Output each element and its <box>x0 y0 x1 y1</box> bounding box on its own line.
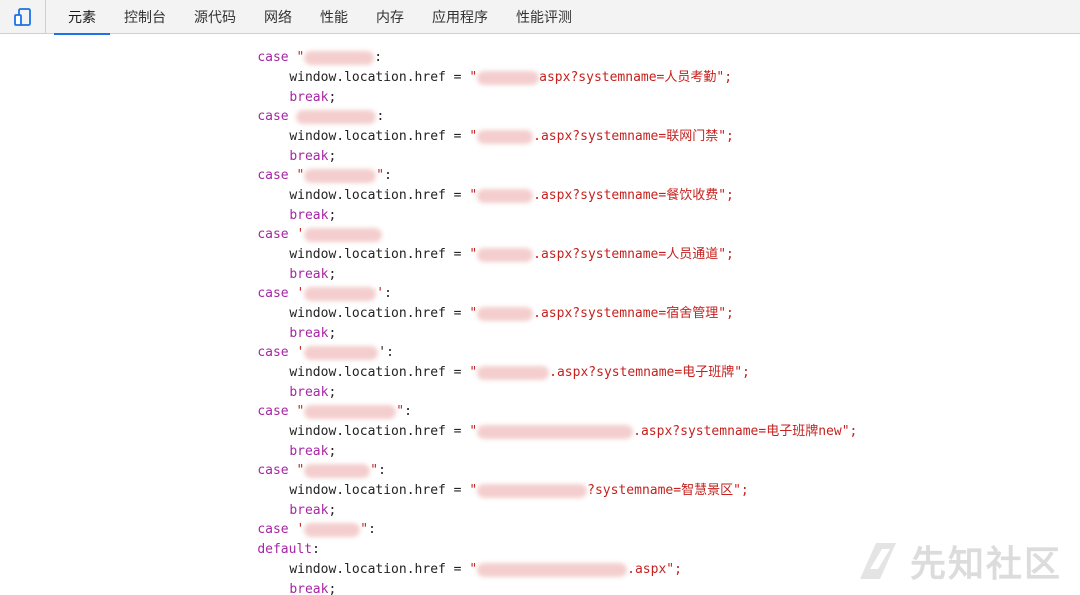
redacted-url <box>477 129 534 144</box>
devtools-toolbar: 元素 控制台 源代码 网络 性能 内存 应用程序 性能评测 <box>0 0 1080 35</box>
redacted-url <box>477 188 534 203</box>
href-value: .aspx?systemname=餐饮收费"; <box>533 188 734 203</box>
code-line-default: default: <box>257 542 320 557</box>
device-toggle-button[interactable] <box>0 0 46 34</box>
code-line-break: break; <box>289 208 337 223</box>
source-code-panel[interactable]: case ": window.location.href = " aspx?sys… <box>0 34 1080 595</box>
watermark-text: 先知社区 <box>909 544 1062 585</box>
break-keyword: break <box>289 582 329 595</box>
tab-application[interactable]: 应用程序 <box>418 0 502 34</box>
tab-sources[interactable]: 源代码 <box>180 0 250 34</box>
code-line-break: break; <box>289 444 337 459</box>
redacted-url <box>477 562 628 577</box>
href-value: .aspx?systemname=电子班牌"; <box>549 365 750 380</box>
code-line-closing-brace: } <box>193 579 232 595</box>
code-line-case: case : <box>257 109 385 124</box>
code-line-case: case " ": <box>257 168 392 183</box>
code-line-assign: window.location.href = " .aspx?systemname… <box>289 247 734 262</box>
redacted-url <box>477 365 550 380</box>
code-line-break: break; <box>289 267 337 282</box>
code-line-break: break; <box>289 385 337 400</box>
redacted-url <box>477 247 534 262</box>
tab-elements[interactable]: 元素 <box>54 0 110 35</box>
code-line-assign: window.location.href = " .aspx?systemname… <box>289 306 734 321</box>
redacted-url <box>477 424 634 439</box>
code-line-case: case " ": <box>257 463 386 478</box>
code-line-case: case ' <box>226 205 383 242</box>
href-value: .aspx?systemname=联网门禁"; <box>533 129 734 144</box>
tab-performance[interactable]: 性能 <box>306 0 362 34</box>
device-toggle-icon <box>13 8 31 26</box>
code-line-break: break; <box>289 503 337 518</box>
href-value: .aspx?systemname=电子班牌new"; <box>633 424 858 439</box>
code-line-assign: window.location.href = " .aspx"; <box>289 562 682 577</box>
href-value: ?systemname=智慧景区"; <box>587 483 749 498</box>
code-line-break: break; <box>289 149 337 164</box>
code-line-case: case ' ": <box>257 522 376 537</box>
redacted-url <box>477 306 534 321</box>
href-value: .aspx?systemname=宿舍管理"; <box>533 306 734 321</box>
code-line-assign: window.location.href = " aspx?systemname=… <box>289 70 733 85</box>
code-line-case: case ' ': <box>257 345 394 360</box>
code-line-break: break; <box>289 90 337 105</box>
code-line-break: break; <box>289 326 337 341</box>
code-line-assign: window.location.href = " .aspx?systemname… <box>289 188 734 203</box>
code-line-case: case " ": <box>257 404 412 419</box>
code-line-assign: window.location.href = " .aspx?systemname… <box>289 129 734 144</box>
watermark: 先知社区 <box>856 535 1062 587</box>
redacted-url <box>477 483 588 498</box>
code-line-break: break; <box>289 582 337 595</box>
watermark-logo-icon <box>859 543 896 579</box>
code-line-assign: window.location.href = " .aspx?systemname… <box>289 424 858 439</box>
href-value: .aspx?systemname=人员通道"; <box>533 247 734 262</box>
code-line-assign: window.location.href = " ?systemname=智慧景区… <box>289 483 749 498</box>
tab-console[interactable]: 控制台 <box>110 0 180 34</box>
tab-lighthouse[interactable]: 性能评测 <box>502 0 586 34</box>
redacted-url <box>477 70 540 85</box>
tab-memory[interactable]: 内存 <box>362 0 418 34</box>
href-value: aspx?systemname=人员考勤"; <box>539 70 733 85</box>
tab-network[interactable]: 网络 <box>250 0 306 34</box>
code-line-case: case ": <box>257 50 383 65</box>
code-line-case: case ' ': <box>257 286 392 301</box>
href-value: .aspx"; <box>627 562 682 577</box>
code-line-assign: window.location.href = " .aspx?systemname… <box>289 365 750 380</box>
